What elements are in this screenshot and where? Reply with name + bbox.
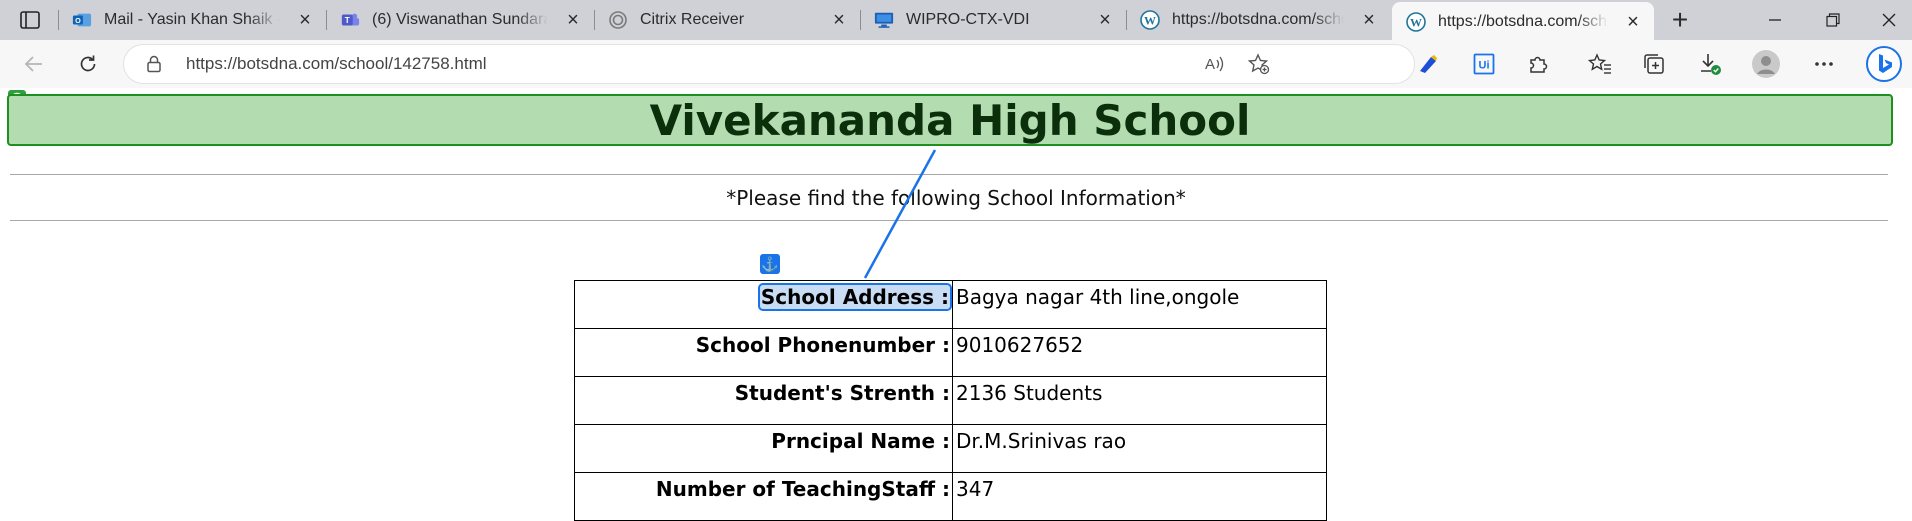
outlook-icon: O: [72, 11, 92, 29]
tab-vdi[interactable]: WIPRO-CTX-VDI ×: [860, 0, 1126, 40]
field-label: School Address :: [574, 280, 953, 329]
address-bar[interactable]: https://botsdna.com/school/142758.html A: [124, 45, 1414, 83]
svg-text:W: W: [1144, 14, 1156, 28]
minimize-icon: [1769, 19, 1781, 21]
tab-strip: O Mail - Yasin Khan Shaik - Ou × T (6) V…: [0, 0, 1912, 40]
school-info-table: School Address : Bagya nagar 4th line,on…: [574, 280, 1327, 521]
profile-button[interactable]: [1748, 48, 1784, 80]
new-tab-button[interactable]: +: [1664, 4, 1696, 36]
svg-text:W: W: [1410, 16, 1422, 30]
bing-copilot-button[interactable]: [1862, 44, 1906, 84]
tab-actions-button[interactable]: [12, 6, 48, 34]
close-tab-icon[interactable]: ×: [1360, 10, 1378, 30]
pen-extension-icon: [1420, 55, 1437, 73]
tab-mail[interactable]: O Mail - Yasin Khan Shaik - Ou ×: [58, 0, 326, 40]
collections-icon: [1644, 54, 1664, 74]
close-tab-icon[interactable]: ×: [1624, 12, 1642, 32]
page-content: Vivekananda High School *Please find the…: [0, 88, 1912, 521]
svg-text:A: A: [1205, 56, 1215, 73]
field-value: 347: [952, 472, 1327, 521]
back-arrow-icon: [24, 56, 42, 72]
url-text[interactable]: https://botsdna.com/school/142758.html: [186, 45, 487, 83]
monitor-icon: [874, 11, 894, 29]
table-row: Student's Strenth : 2136 Students: [574, 376, 1327, 425]
table-row: Number of TeachingStaff : 347: [574, 472, 1327, 521]
tab-separator: [1126, 10, 1127, 30]
wordpress-icon: W: [1406, 12, 1426, 32]
field-value: Dr.M.Srinivas rao: [952, 424, 1327, 473]
tab-separator: [594, 10, 595, 30]
tab-teams[interactable]: T (6) Viswanathan Sundaram | ×: [326, 0, 594, 40]
tab-title: Citrix Receiver: [640, 11, 745, 28]
refresh-icon: [80, 55, 96, 72]
field-label: School Phonenumber :: [574, 328, 953, 377]
close-tab-icon[interactable]: ×: [1096, 10, 1114, 30]
restore-icon: [1826, 13, 1840, 27]
close-icon: [1882, 13, 1896, 27]
bing-icon: [1866, 46, 1902, 82]
tab-title: Mail - Yasin Khan Shaik - Ou: [104, 11, 280, 28]
download-icon: [1701, 54, 1721, 75]
field-value: Bagya nagar 4th line,ongole: [952, 280, 1327, 329]
lock-icon[interactable]: [146, 55, 162, 78]
tab-botsdna-1[interactable]: W https://botsdna.com/school ×: [1126, 0, 1390, 40]
field-label: Prncipal Name :: [574, 424, 953, 473]
uipath-icon: Ui: [1473, 53, 1495, 75]
table-row: Prncipal Name : Dr.M.Srinivas rao: [574, 424, 1327, 473]
avatar: [1752, 50, 1780, 78]
tab-separator: [326, 10, 327, 30]
settings-more-button[interactable]: [1806, 48, 1842, 80]
svg-text:Ui: Ui: [1479, 60, 1490, 72]
more-icon: [1815, 62, 1833, 66]
extensions-button[interactable]: [1520, 48, 1556, 80]
tab-title: WIPRO-CTX-VDI: [906, 11, 1030, 28]
uipath-extension-button[interactable]: Ui: [1466, 48, 1502, 80]
restore-button[interactable]: [1810, 0, 1856, 40]
close-window-button[interactable]: [1866, 0, 1912, 40]
collections-button[interactable]: [1636, 48, 1672, 80]
svg-text:T: T: [345, 16, 350, 25]
read-aloud-icon[interactable]: A: [1204, 54, 1226, 79]
tab-botsdna-active[interactable]: W https://botsdna.com/school ×: [1392, 2, 1654, 40]
close-tab-icon[interactable]: ×: [830, 10, 848, 30]
close-tab-icon[interactable]: ×: [564, 10, 582, 30]
close-tab-icon[interactable]: ×: [296, 10, 314, 30]
anchor-icon[interactable]: ⚓: [760, 254, 780, 274]
selected-anchor-label[interactable]: School Address :: [757, 283, 953, 311]
field-label: Student's Strenth :: [574, 376, 953, 425]
tab-title: https://botsdna.com/school: [1438, 13, 1608, 30]
downloads-button[interactable]: [1692, 48, 1728, 80]
tab-citrix[interactable]: Citrix Receiver ×: [594, 0, 860, 40]
field-value: 2136 Students: [952, 376, 1327, 425]
minimize-button[interactable]: [1752, 0, 1798, 40]
tab-separator: [860, 10, 861, 30]
citrix-icon: [608, 11, 628, 29]
teams-icon: T: [340, 11, 360, 29]
tab-actions-icon: [20, 11, 40, 29]
table-row: School Phonenumber : 9010627652: [574, 328, 1327, 377]
svg-text:O: O: [75, 16, 81, 25]
browser-toolbar: https://botsdna.com/school/142758.html A…: [0, 40, 1912, 88]
back-button[interactable]: [16, 48, 52, 80]
extension-pen-button[interactable]: [1410, 48, 1446, 80]
tab-title: (6) Viswanathan Sundaram |: [372, 11, 548, 28]
favorites-button[interactable]: [1582, 48, 1618, 80]
favorites-icon: [1588, 53, 1611, 74]
add-favorite-icon[interactable]: [1247, 53, 1270, 80]
tab-separator: [58, 10, 59, 30]
plus-icon: +: [1671, 4, 1689, 35]
wordpress-icon: W: [1140, 10, 1160, 30]
refresh-button[interactable]: [70, 48, 106, 80]
field-label: Number of TeachingStaff :: [574, 472, 953, 521]
table-row: School Address : Bagya nagar 4th line,on…: [574, 280, 1327, 329]
puzzle-icon: [1530, 56, 1548, 73]
tab-title: https://botsdna.com/school: [1172, 11, 1344, 28]
field-value: 9010627652: [952, 328, 1327, 377]
